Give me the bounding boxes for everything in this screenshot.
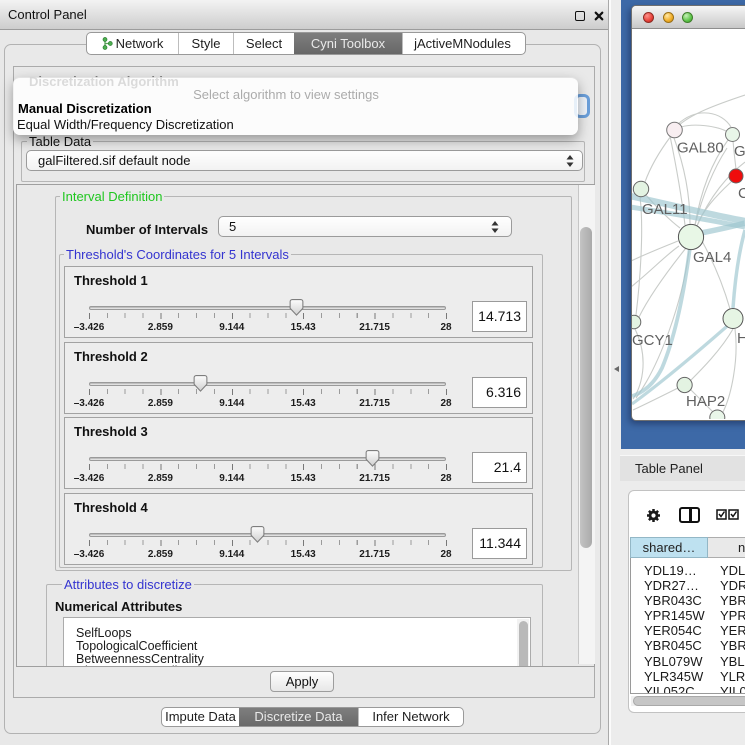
svg-text:GA: GA xyxy=(734,143,745,160)
svg-text:GAL80: GAL80 xyxy=(677,140,724,157)
svg-text:HAP2: HAP2 xyxy=(686,393,725,410)
svg-text:GAL11: GAL11 xyxy=(642,201,688,218)
svg-text:GCY1: GCY1 xyxy=(632,332,673,349)
svg-text:HI: HI xyxy=(737,330,745,347)
svg-text:GAL4: GAL4 xyxy=(693,249,731,266)
svg-text:CY: CY xyxy=(738,185,745,202)
